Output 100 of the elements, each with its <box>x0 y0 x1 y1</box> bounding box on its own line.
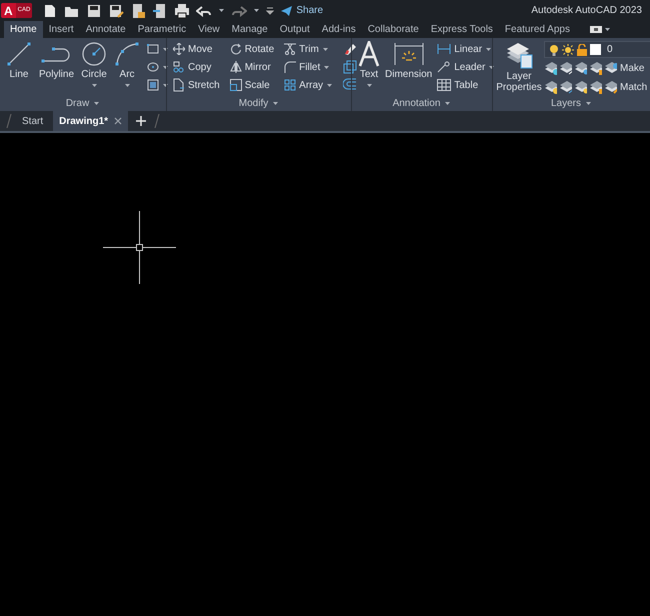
ribbon-tool-button[interactable]: Scale <box>230 77 274 93</box>
document-icon <box>130 2 146 18</box>
ribbon-tool-button[interactable]: Stretch <box>173 77 220 93</box>
save-icon <box>86 2 102 18</box>
ribbon-tab[interactable]: View <box>192 21 226 38</box>
scale-icon <box>230 79 242 91</box>
ribbon-tool-button[interactable]: Leader <box>437 59 496 75</box>
ribbon-tool-button[interactable]: Arc <box>112 41 142 88</box>
ribbon-tab[interactable]: Parametric <box>132 21 192 38</box>
panel-toggle-icon <box>590 26 602 33</box>
layer-brush-icon <box>604 81 617 94</box>
layer-properties-button[interactable]: Layer Properties <box>496 41 542 96</box>
paper-plane-icon <box>280 4 294 16</box>
caret-icon <box>323 64 330 70</box>
offset-box-icon <box>343 60 358 74</box>
letter-a-icon <box>358 41 380 67</box>
scissors-icon <box>284 43 296 55</box>
tool-label: Make <box>620 64 644 74</box>
caret-icon <box>272 101 280 106</box>
sun-icon <box>562 44 574 56</box>
window-title: Autodesk AutoCAD 2023 <box>531 4 642 18</box>
caret-icon <box>218 8 226 13</box>
ribbon-tool-button[interactable]: Trim <box>284 41 334 57</box>
offset-icon <box>343 78 358 90</box>
close-icon <box>114 117 122 125</box>
caret-icon <box>90 83 98 88</box>
caret-icon <box>93 101 100 106</box>
caret-icon <box>444 101 452 106</box>
document-tab[interactable]: Drawing1* <box>53 111 128 131</box>
caret-icon <box>253 8 260 13</box>
caret-icon <box>366 83 372 88</box>
share-button[interactable]: Share <box>280 3 324 18</box>
ribbon-tool-button[interactable]: Polyline <box>37 41 76 88</box>
ribbon-tool-button[interactable]: Linear <box>437 41 496 57</box>
undo-icon <box>196 4 212 16</box>
ribbon-tab[interactable]: Manage <box>226 21 274 38</box>
layer-on-icon <box>544 81 557 94</box>
panel-title[interactable]: Draw <box>0 96 166 111</box>
lightbulb-icon <box>549 44 559 56</box>
redo-icon <box>231 4 248 16</box>
linear-dimension-icon <box>437 43 452 55</box>
leader-icon <box>437 61 452 73</box>
ribbon-tab[interactable]: Express Tools <box>424 21 499 38</box>
ribbon-tool-button[interactable]: Dimension <box>383 41 434 96</box>
panel-title[interactable]: Modify <box>167 96 351 111</box>
tool-label: Match <box>620 82 648 92</box>
hatch-tool-button[interactable] <box>147 77 170 93</box>
ribbon-tool-button[interactable]: Circle <box>79 41 110 88</box>
tab-divider <box>154 114 160 128</box>
dimension-icon <box>392 41 425 67</box>
panel-title[interactable]: Layers <box>493 96 650 111</box>
line-icon <box>6 41 32 67</box>
ribbon-tool-button[interactable]: Array <box>284 77 334 93</box>
ribbon-tool-button[interactable]: Text <box>356 41 382 96</box>
save-as-icon <box>108 2 124 18</box>
ribbon-tool-button[interactable]: Table <box>437 77 496 93</box>
ribbon-tab[interactable]: Annotate <box>80 21 132 38</box>
grid-icon <box>284 79 296 91</box>
ribbon-tab[interactable]: Insert <box>42 21 80 38</box>
ribbon-tool-button[interactable]: Line <box>4 41 34 88</box>
layer-unlock-icon <box>589 81 602 94</box>
layer-lock-icon <box>589 62 602 75</box>
hatch-icon <box>147 79 160 91</box>
plus-icon <box>136 116 146 126</box>
rectangle-icon <box>147 44 160 54</box>
fillet-icon <box>284 61 296 73</box>
ribbon-tab[interactable]: Collaborate <box>362 21 425 38</box>
document-tab[interactable]: Start <box>16 111 50 131</box>
customize-menu-icon <box>266 6 274 14</box>
ribbon-tool-button[interactable]: Copy <box>173 59 220 75</box>
layer-thaw-icon <box>574 81 587 94</box>
move-icon <box>173 43 185 55</box>
layer-stack-icon <box>505 41 533 69</box>
layer-isolate-icon <box>559 62 572 75</box>
tab-divider <box>6 114 12 128</box>
panel-title[interactable]: Annotation <box>352 96 492 111</box>
layer-dropdown[interactable]: 0 <box>544 41 650 58</box>
ribbon-tab[interactable]: Add-ins <box>316 21 362 38</box>
layer-unisolate-icon <box>559 81 572 94</box>
ribbon-tab[interactable]: Featured Apps <box>498 21 576 38</box>
ribbon-tool-button[interactable]: Move <box>173 41 220 57</box>
caret-icon <box>604 27 611 32</box>
color-swatch-icon <box>590 44 601 55</box>
rotate-icon <box>230 43 242 55</box>
arc-icon <box>114 41 140 67</box>
stacked-layers-icon <box>604 62 617 75</box>
ribbon-tool-button[interactable]: Mirror <box>230 59 274 75</box>
layer-off-icon <box>544 62 557 75</box>
caret-icon <box>124 83 131 88</box>
ribbon-tab[interactable]: Output <box>274 21 316 38</box>
printer-icon <box>174 2 190 18</box>
ribbon-tool-button[interactable]: Fillet <box>284 59 334 75</box>
ribbon-tool-button[interactable]: Rotate <box>230 41 274 57</box>
stretch-icon <box>173 78 185 92</box>
caret-icon <box>326 82 334 88</box>
mirror-icon <box>230 61 242 73</box>
layer-freeze-icon <box>574 62 587 75</box>
ribbon-tab[interactable]: Home <box>4 21 43 38</box>
ellipse-icon <box>147 62 160 72</box>
caret-icon <box>485 46 492 52</box>
